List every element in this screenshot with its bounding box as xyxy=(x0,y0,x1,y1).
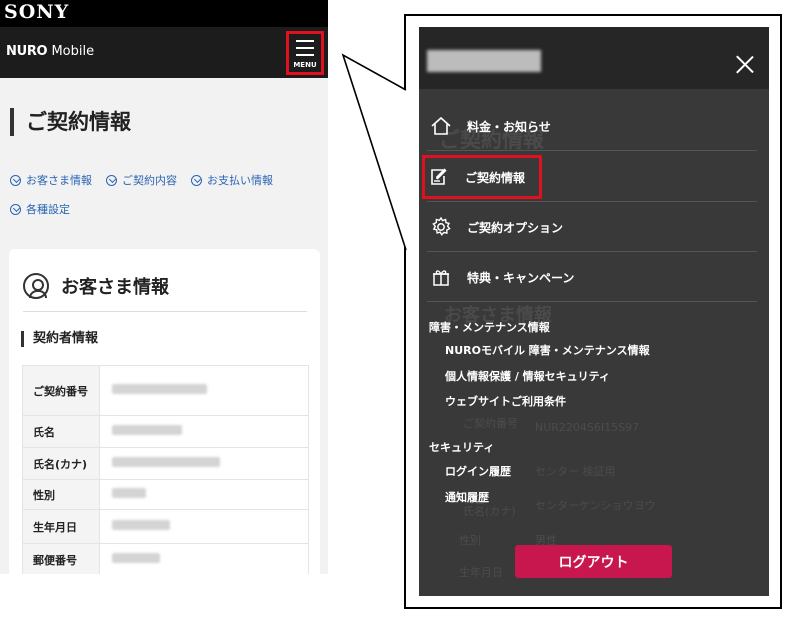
row-label: 郵便番号 xyxy=(22,543,100,574)
nuro-mobile-logo[interactable]: NURO Mobile xyxy=(6,44,94,59)
user-name-redacted xyxy=(427,50,541,72)
customer-info-card: お客さま情報 契約者情報 ご契約番号 氏名 氏名(カナ) 性別 生年月日 郵便番… xyxy=(9,249,320,574)
menu-label: MENU xyxy=(293,61,317,69)
menu-header xyxy=(419,27,769,89)
row-value xyxy=(99,365,309,416)
anchor-link-settings[interactable]: 各種設定 xyxy=(10,201,70,217)
chevron-down-icon xyxy=(191,174,202,186)
menu-item-contract-info[interactable]: ご契約情報 xyxy=(422,155,542,199)
ghost-row-value: センター 検証用 xyxy=(535,465,616,478)
logout-button[interactable]: ログアウト xyxy=(515,545,672,578)
ghost-row-value: NUR2204S6I15S97 xyxy=(535,421,640,434)
table-row: 郵便番号 xyxy=(22,543,309,574)
divider xyxy=(427,251,757,252)
logo-regular: Mobile xyxy=(47,44,95,59)
menu-item-perks-campaigns[interactable]: 特典・キャンペーン xyxy=(427,253,757,301)
ghost-row-label: ご契約番号 xyxy=(463,417,518,430)
sony-logo: SONY xyxy=(4,1,70,23)
phone-screen: SONY NURO Mobile MENU ご契約情報 お客さま情報 ご契約内容… xyxy=(0,0,328,574)
divider xyxy=(23,311,307,312)
card-title: お客さま情報 xyxy=(61,277,169,298)
menu-item-contract-options[interactable]: ご契約オプション xyxy=(427,203,757,251)
ghost-row-label: 生年月日 xyxy=(459,566,503,579)
home-icon xyxy=(430,115,452,137)
chevron-down-icon xyxy=(10,174,21,186)
table-row: ご契約番号 xyxy=(22,365,309,416)
sony-top-bar: SONY xyxy=(0,0,328,27)
row-label: 氏名 xyxy=(22,415,100,448)
table-row: 氏名 xyxy=(22,415,309,448)
anchor-link-label: お客さま情報 xyxy=(26,174,92,187)
table-row: 性別 xyxy=(22,479,309,510)
anchor-link-label: お支払い情報 xyxy=(207,174,273,187)
table-row: 氏名(カナ) xyxy=(22,447,309,480)
anchor-link-label: 各種設定 xyxy=(26,203,70,216)
app-header: NURO Mobile xyxy=(0,27,328,78)
row-value xyxy=(99,543,309,574)
hamburger-icon-line xyxy=(296,47,314,49)
row-value xyxy=(99,415,309,448)
link-notification-history[interactable]: 通知履歴 xyxy=(445,489,489,505)
menu-item-billing-news[interactable]: 料金・お知らせ xyxy=(427,102,757,150)
row-label: 性別 xyxy=(22,479,100,510)
edit-icon xyxy=(428,166,450,188)
row-label: 生年月日 xyxy=(22,509,100,544)
anchor-link-contract-details[interactable]: ご契約内容 xyxy=(106,172,177,188)
anchor-link-label: ご契約内容 xyxy=(122,174,177,187)
link-website-terms[interactable]: ウェブサイトご利用条件 xyxy=(445,393,566,409)
row-label: 氏名(カナ) xyxy=(22,447,100,480)
close-icon[interactable] xyxy=(735,54,755,74)
redacted-value xyxy=(112,520,170,530)
row-value xyxy=(99,447,309,480)
row-value xyxy=(99,509,309,544)
hamburger-icon xyxy=(296,40,314,42)
section-security-title: セキュリティ xyxy=(429,441,495,454)
contractor-info-table: ご契約番号 氏名 氏名(カナ) 性別 生年月日 郵便番号 xyxy=(22,365,309,574)
redacted-value xyxy=(112,553,160,563)
card-header: お客さま情報 xyxy=(23,273,169,299)
ghost-row-label: 氏名(カナ) xyxy=(463,505,516,518)
gear-icon xyxy=(430,216,452,238)
ghost-row-label: 性別 xyxy=(459,534,481,547)
link-maintenance-info[interactable]: NUROモバイル 障害・メンテナンス情報 xyxy=(445,342,650,358)
divider xyxy=(427,201,757,202)
gift-icon xyxy=(430,266,452,288)
menu-overlay: ご契約情報 お客さま情報 ご契約番号 氏名 氏名(カナ) 性別 生年月日 NUR… xyxy=(419,27,769,596)
menu-item-label: ご契約オプション xyxy=(467,220,564,235)
menu-item-label: ご契約情報 xyxy=(465,170,526,185)
page-title: ご契約情報 xyxy=(26,110,131,134)
person-icon xyxy=(23,273,49,299)
chevron-down-icon xyxy=(10,203,21,215)
page-title-block: ご契約情報 xyxy=(10,108,131,136)
section-maintenance-title: 障害・メンテナンス情報 xyxy=(429,321,550,334)
row-label: ご契約番号 xyxy=(22,365,100,416)
logo-bold: NURO xyxy=(6,44,48,59)
contractor-info-heading: 契約者情報 xyxy=(21,331,98,347)
divider xyxy=(427,150,757,151)
divider xyxy=(427,301,757,302)
redacted-value xyxy=(112,457,220,467)
menu-item-label: 特典・キャンペーン xyxy=(467,270,575,285)
hamburger-icon-line xyxy=(296,54,314,56)
hamburger-menu-button[interactable]: MENU xyxy=(286,31,324,75)
anchor-link-payment-info[interactable]: お支払い情報 xyxy=(191,172,273,188)
chevron-down-icon xyxy=(106,174,117,186)
menu-item-label: 料金・お知らせ xyxy=(467,119,551,134)
redacted-value xyxy=(112,384,207,394)
redacted-value xyxy=(112,488,146,498)
anchor-link-customer-info[interactable]: お客さま情報 xyxy=(10,172,92,188)
redacted-value xyxy=(112,425,182,435)
table-row: 生年月日 xyxy=(22,509,309,544)
row-value xyxy=(99,479,309,510)
link-privacy-security[interactable]: 個人情報保護 / 情報セキュリティ xyxy=(445,368,610,384)
link-login-history[interactable]: ログイン履歴 xyxy=(445,463,511,479)
ghost-row-value: センターケンショウヨウ xyxy=(535,499,656,512)
